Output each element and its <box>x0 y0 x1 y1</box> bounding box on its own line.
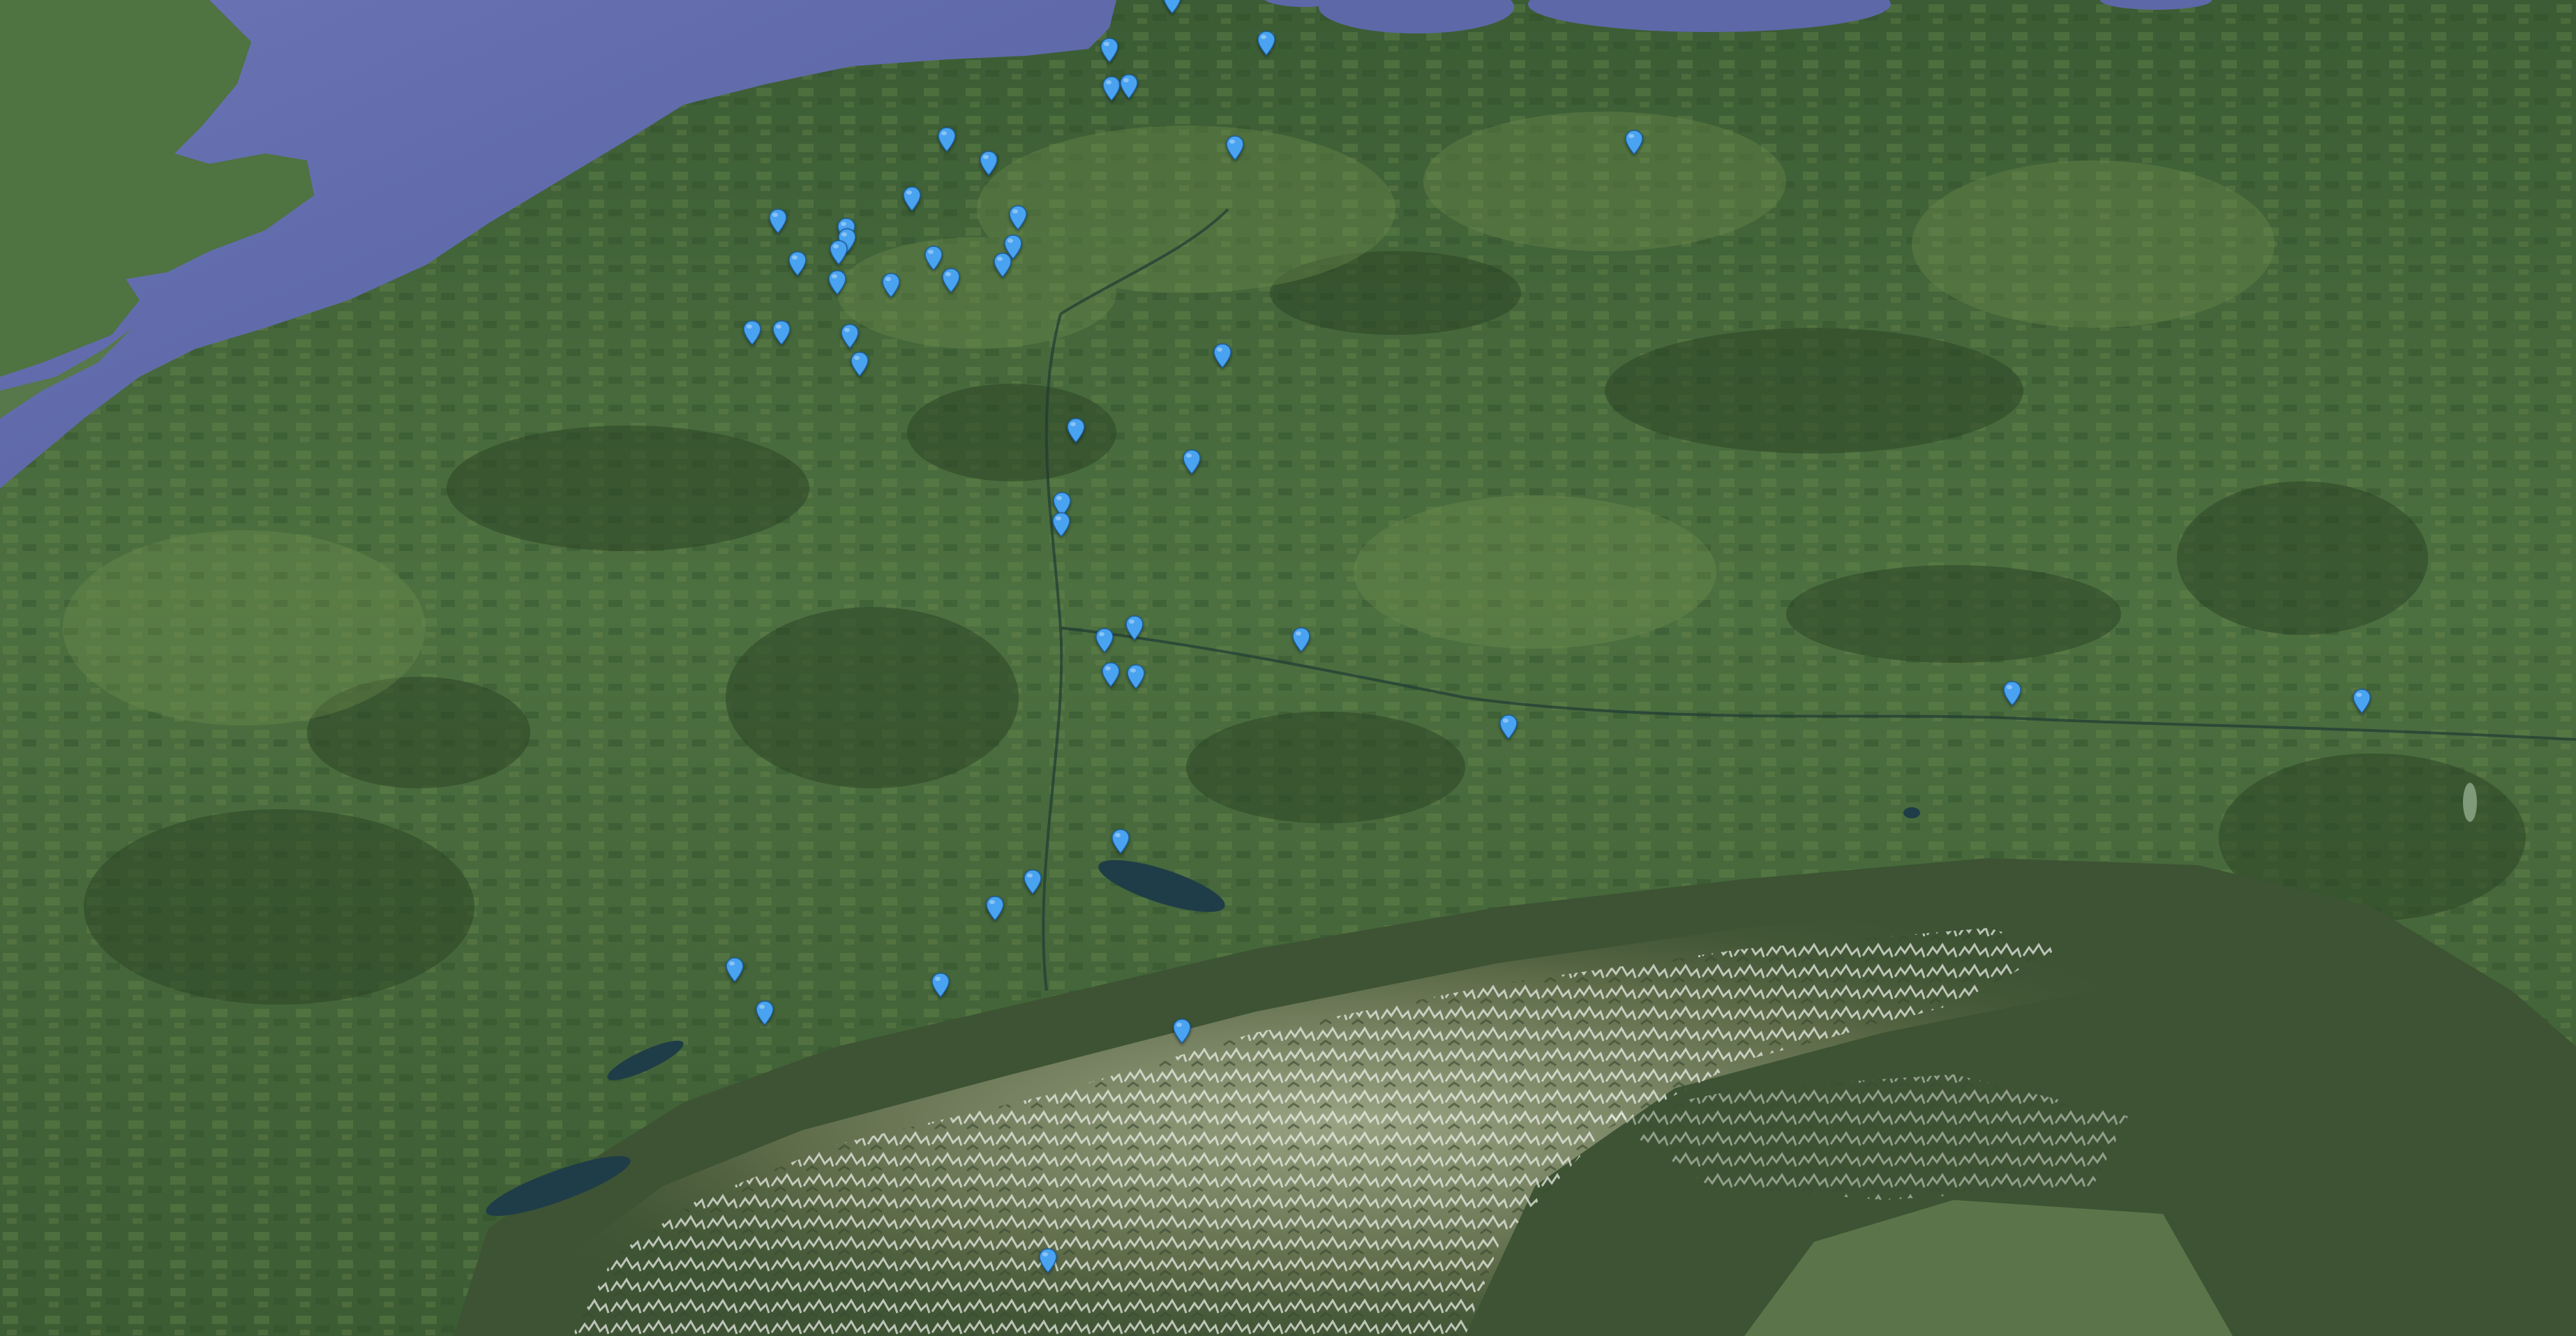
map-pin-icon[interactable] <box>768 209 788 234</box>
map-pin-icon[interactable] <box>1499 714 1518 740</box>
map-pin-icon[interactable] <box>1126 664 1146 689</box>
map-pin-icon[interactable] <box>1624 130 1644 155</box>
map-pin-icon[interactable] <box>2352 689 2372 714</box>
map-pin-icon[interactable] <box>1051 512 1071 537</box>
map-pin-icon[interactable] <box>1066 418 1086 443</box>
map-pin-icon[interactable] <box>902 186 922 211</box>
map-pin-icon[interactable] <box>1213 343 1232 368</box>
map-pin-icon[interactable] <box>985 896 1005 921</box>
map-pin-icon[interactable] <box>772 320 791 345</box>
map-pin-icon[interactable] <box>742 320 762 345</box>
map-pin-icon[interactable] <box>931 973 950 998</box>
map-pin-icon[interactable] <box>1023 869 1042 894</box>
map-pin-icon[interactable] <box>828 270 847 295</box>
map-pin-icon[interactable] <box>829 240 848 265</box>
markers-layer <box>0 0 2576 1336</box>
map-pin-icon[interactable] <box>941 268 961 293</box>
map-pin-icon[interactable] <box>1101 662 1121 687</box>
map-pin-icon[interactable] <box>924 246 943 271</box>
map-pin-icon[interactable] <box>1119 74 1139 99</box>
map-pin-icon[interactable] <box>850 352 869 377</box>
map-pin-icon[interactable] <box>937 127 957 152</box>
map-pin-icon[interactable] <box>993 253 1012 278</box>
map-pin-icon[interactable] <box>1095 628 1114 653</box>
map-pin-icon[interactable] <box>1102 76 1121 101</box>
map-pin-icon[interactable] <box>1172 1019 1192 1044</box>
map-pin-icon[interactable] <box>1125 615 1144 640</box>
map-pin-icon[interactable] <box>725 957 744 982</box>
map-pin-icon[interactable] <box>755 1000 774 1026</box>
map-pin-icon[interactable] <box>979 151 998 176</box>
map-pin-icon[interactable] <box>1257 31 1276 56</box>
map-pin-icon[interactable] <box>1038 1248 1058 1273</box>
map-pin-icon[interactable] <box>840 324 860 349</box>
map-pin-icon[interactable] <box>788 251 807 276</box>
map-pin-icon[interactable] <box>2002 681 2022 706</box>
map-pin-icon[interactable] <box>1182 449 1201 474</box>
map-pin-icon[interactable] <box>1008 205 1028 230</box>
map-pin-icon[interactable] <box>881 273 901 298</box>
map-pin-icon[interactable] <box>1225 135 1245 160</box>
map-pin-icon[interactable] <box>1291 627 1311 652</box>
map-viewport[interactable] <box>0 0 2576 1336</box>
map-pin-icon[interactable] <box>1162 0 1182 14</box>
map-pin-icon[interactable] <box>1100 38 1119 63</box>
map-pin-icon[interactable] <box>1111 829 1130 854</box>
